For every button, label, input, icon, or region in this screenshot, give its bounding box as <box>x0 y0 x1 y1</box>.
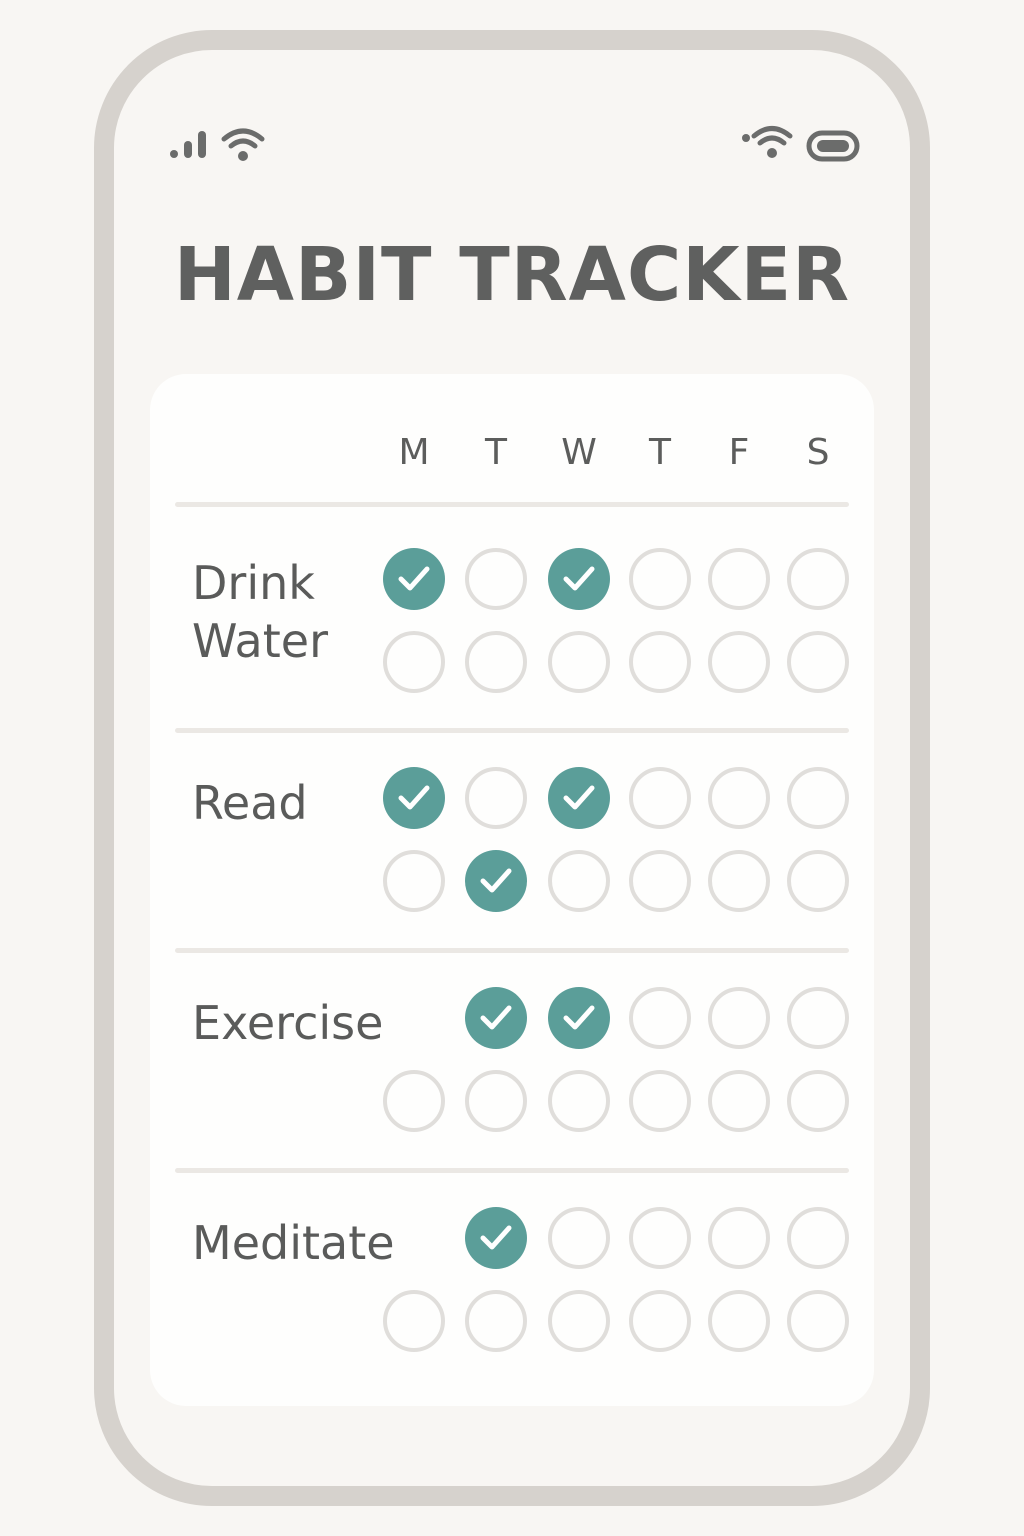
habit-check-empty[interactable] <box>787 1207 849 1269</box>
habit-check-empty[interactable] <box>629 1070 691 1132</box>
page-title: HABIT TRACKER <box>173 232 851 318</box>
habit-check-empty[interactable] <box>465 548 527 610</box>
habit-check-empty[interactable] <box>787 548 849 610</box>
habit-check-empty[interactable] <box>383 1290 445 1352</box>
habit-check-empty[interactable] <box>383 850 445 912</box>
habit-check-empty[interactable] <box>548 1290 610 1352</box>
habit-check-done[interactable] <box>383 548 445 610</box>
habit-check-empty[interactable] <box>787 1290 849 1352</box>
habit-check-empty[interactable] <box>629 631 691 693</box>
habit-check-empty[interactable] <box>629 850 691 912</box>
habit-check-empty[interactable] <box>629 1207 691 1269</box>
checkmark-icon <box>398 785 430 810</box>
habit-check-empty[interactable] <box>708 767 770 829</box>
habit-name: Read <box>192 776 308 830</box>
habit-check-empty[interactable] <box>708 1290 770 1352</box>
habit-check-empty[interactable] <box>629 987 691 1049</box>
checkmark-icon <box>480 1225 512 1250</box>
habit-check-empty[interactable] <box>787 631 849 693</box>
habit-check-empty[interactable] <box>787 767 849 829</box>
habit-name: Exercise <box>192 996 384 1050</box>
checkmark-icon <box>563 1005 595 1030</box>
habit-name: Drink Water <box>192 556 328 668</box>
habit-check-done[interactable] <box>465 850 527 912</box>
day-label-thu: T <box>649 432 671 473</box>
habit-check-done[interactable] <box>548 548 610 610</box>
habit-check-done[interactable] <box>548 767 610 829</box>
habit-check-empty[interactable] <box>629 1290 691 1352</box>
habit-check-empty[interactable] <box>629 548 691 610</box>
habit-check-empty[interactable] <box>548 1207 610 1269</box>
divider <box>175 948 849 953</box>
habit-grid: M T W T F S Drink Water Read Exercise Meditate <box>150 374 874 1406</box>
habit-check-empty[interactable] <box>548 631 610 693</box>
habit-check-empty[interactable] <box>383 631 445 693</box>
wifi-icon <box>221 128 265 161</box>
checkmark-icon <box>563 566 595 591</box>
habit-check-empty[interactable] <box>383 1070 445 1132</box>
day-label-tue: T <box>485 432 507 473</box>
habit-check-done[interactable] <box>465 987 527 1049</box>
habit-check-empty[interactable] <box>548 850 610 912</box>
habit-check-empty[interactable] <box>465 631 527 693</box>
battery-icon <box>806 130 860 162</box>
habit-check-empty[interactable] <box>465 767 527 829</box>
habit-check-empty[interactable] <box>708 987 770 1049</box>
habit-check-empty[interactable] <box>708 1207 770 1269</box>
checkmark-icon <box>563 785 595 810</box>
signal-icon <box>170 131 206 158</box>
habit-check-empty[interactable] <box>465 1070 527 1132</box>
checkmark-icon <box>480 1005 512 1030</box>
day-label-fri: F <box>728 432 750 473</box>
habit-check-done[interactable] <box>383 767 445 829</box>
habit-check-empty[interactable] <box>708 1070 770 1132</box>
status-bar <box>114 50 910 170</box>
habit-card: M T W T F S Drink Water Read Exercise Meditate <box>150 374 874 1406</box>
habit-check-empty[interactable] <box>548 1070 610 1132</box>
habit-check-empty[interactable] <box>787 987 849 1049</box>
habit-check-empty[interactable] <box>787 1070 849 1132</box>
habit-check-empty[interactable] <box>708 850 770 912</box>
habit-check-empty[interactable] <box>708 548 770 610</box>
divider <box>175 728 849 733</box>
habit-name: Meditate <box>192 1216 395 1270</box>
day-label-mon: M <box>398 432 430 473</box>
habit-check-empty[interactable] <box>629 767 691 829</box>
checkmark-icon <box>480 868 512 893</box>
habit-check-empty[interactable] <box>465 1290 527 1352</box>
divider <box>175 502 849 507</box>
habit-check-done[interactable] <box>548 987 610 1049</box>
habit-check-empty[interactable] <box>708 631 770 693</box>
day-label-wed: W <box>561 432 597 473</box>
day-label-sat: S <box>806 432 830 473</box>
habit-check-empty[interactable] <box>787 850 849 912</box>
divider <box>175 1168 849 1173</box>
wifi-icon <box>742 126 793 158</box>
checkmark-icon <box>398 566 430 591</box>
phone-frame: HABIT TRACKER M T W T F S Drink Water Read Exerc… <box>94 30 930 1506</box>
habit-check-done[interactable] <box>465 1207 527 1269</box>
